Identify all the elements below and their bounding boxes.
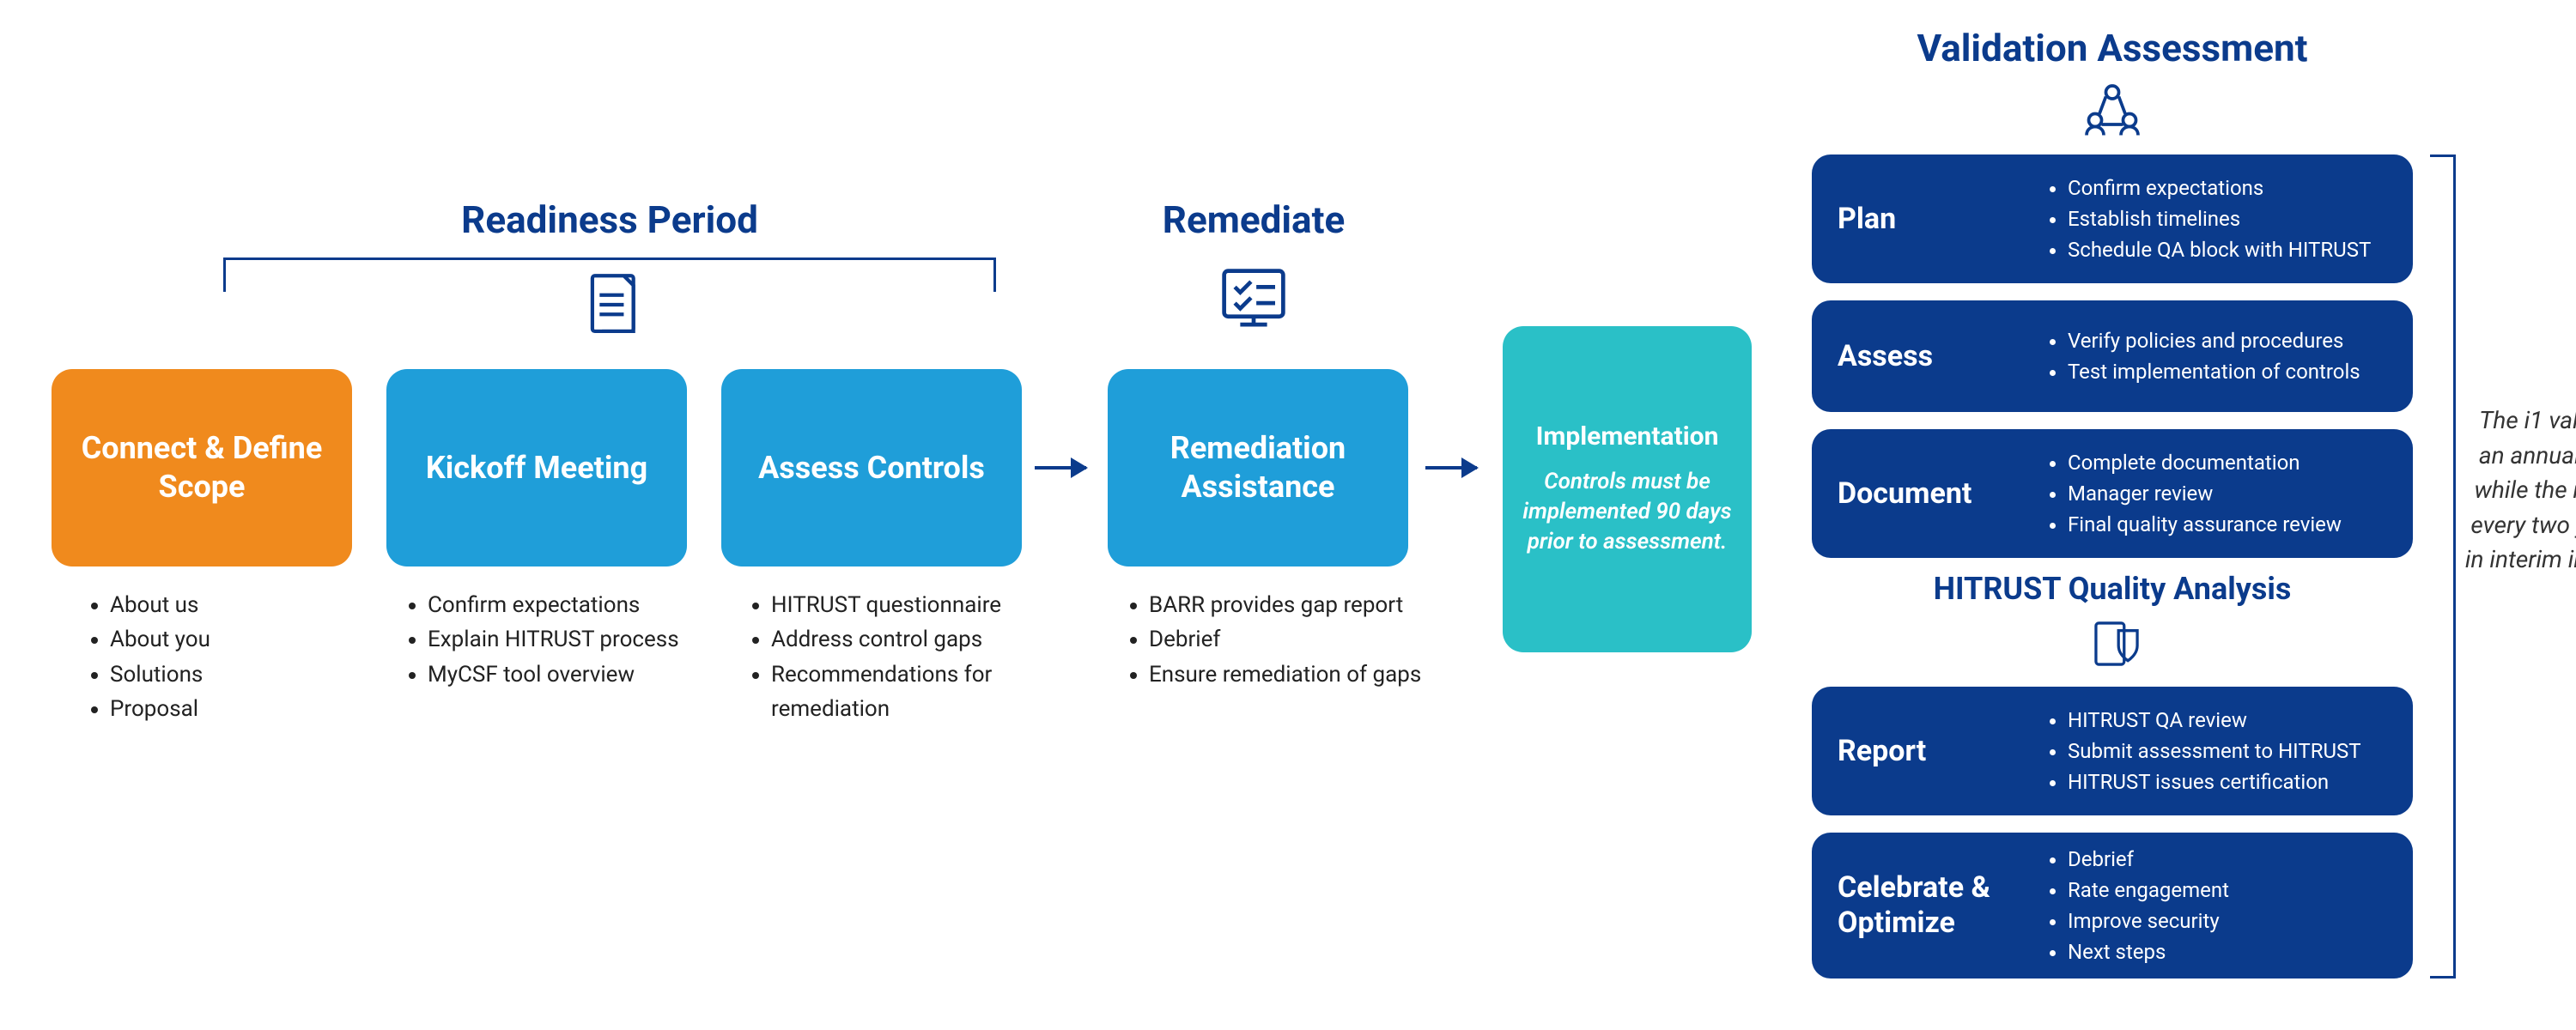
annual-bracket <box>2430 154 2456 978</box>
arrow-icon <box>1035 466 1086 470</box>
report-label: Report <box>1838 734 2044 769</box>
kickoff-bullets: Confirm expectationsExplain HITRUST proc… <box>404 588 696 692</box>
document-icon <box>571 266 662 343</box>
arrow-icon <box>1425 466 1477 470</box>
list-item: Next steps <box>2068 936 2229 967</box>
people-icon <box>2078 77 2147 146</box>
assess-controls-card: Assess Controls <box>721 369 1022 566</box>
implementation-title: Implementation <box>1536 421 1719 451</box>
plan-bullets: Confirm expectationsEstablish timelinesS… <box>2044 173 2371 265</box>
list-item: Confirm expectations <box>428 588 696 622</box>
list-item: Confirm expectations <box>2068 173 2371 203</box>
remediation-title: Remediation Assistance <box>1123 429 1393 506</box>
assess-controls-bullets: HITRUST questionnaireAddress control gap… <box>747 588 1030 726</box>
list-item: Address control gaps <box>771 622 1030 657</box>
celebrate-box: Celebrate & Optimize DebriefRate engagem… <box>1812 833 2413 978</box>
celebrate-bullets: DebriefRate engagementImprove securityNe… <box>2044 844 2229 967</box>
hitrust-quality-title: HITRUST Quality Analysis <box>1898 571 2327 607</box>
list-item: Establish timelines <box>2068 203 2371 234</box>
implementation-card: Implementation Controls must be implemen… <box>1503 326 1752 652</box>
shield-doc-icon <box>2087 614 2147 674</box>
list-item: About us <box>110 588 343 622</box>
connect-bullets: About usAbout youSolutionsProposal <box>86 588 343 726</box>
list-item: Rate engagement <box>2068 875 2229 906</box>
connect-card: Connect & Define Scope <box>52 369 352 566</box>
list-item: Debrief <box>2068 844 2229 875</box>
document-label: Document <box>1838 476 2044 512</box>
kickoff-title: Kickoff Meeting <box>426 449 647 488</box>
list-item: Final quality assurance review <box>2068 509 2342 540</box>
kickoff-card: Kickoff Meeting <box>386 369 687 566</box>
list-item: Improve security <box>2068 906 2229 936</box>
assess-box: Assess Verify policies and proceduresTes… <box>1812 300 2413 412</box>
list-item: Verify policies and procedures <box>2068 325 2360 356</box>
list-item: MyCSF tool overview <box>428 657 696 692</box>
list-item: HITRUST questionnaire <box>771 588 1030 622</box>
report-box: Report HITRUST QA reviewSubmit assessmen… <box>1812 687 2413 815</box>
assess-bullets: Verify policies and proceduresTest imple… <box>2044 325 2360 387</box>
celebrate-label: Celebrate & Optimize <box>1838 870 2044 941</box>
list-item: Complete documentation <box>2068 447 2342 478</box>
list-item: About you <box>110 622 343 657</box>
validation-title: Validation Assessment <box>1872 26 2353 70</box>
document-box: Document Complete documentationManager r… <box>1812 429 2413 558</box>
list-item: Ensure remediation of gaps <box>1149 657 1434 692</box>
report-bullets: HITRUST QA reviewSubmit assessment to HI… <box>2044 705 2361 797</box>
list-item: BARR provides gap report <box>1149 588 1434 622</box>
annual-note: The i1 validation is an annual process, … <box>2464 403 2576 578</box>
assess-label: Assess <box>1838 339 2044 374</box>
remediation-card: Remediation Assistance <box>1108 369 1408 566</box>
list-item: Debrief <box>1149 622 1434 657</box>
checklist-icon <box>1211 258 1297 343</box>
readiness-title: Readiness Period <box>395 197 824 242</box>
assess-controls-title: Assess Controls <box>758 449 985 488</box>
list-item: Manager review <box>2068 478 2342 509</box>
list-item: Explain HITRUST process <box>428 622 696 657</box>
list-item: Proposal <box>110 692 343 726</box>
list-item: Schedule QA block with HITRUST <box>2068 234 2371 265</box>
list-item: Test implementation of controls <box>2068 356 2360 387</box>
list-item: Solutions <box>110 657 343 692</box>
plan-label: Plan <box>1838 202 2044 237</box>
plan-box: Plan Confirm expectationsEstablish timel… <box>1812 154 2413 283</box>
document-bullets: Complete documentationManager reviewFina… <box>2044 447 2342 540</box>
connect-title: Connect & Define Scope <box>67 429 337 506</box>
list-item: HITRUST issues certification <box>2068 766 2361 797</box>
implementation-body: Controls must be implemented 90 days pri… <box>1518 467 1736 557</box>
remediation-bullets: BARR provides gap reportDebriefEnsure re… <box>1125 588 1434 692</box>
list-item: HITRUST QA review <box>2068 705 2361 736</box>
remediate-title: Remediate <box>1099 197 1408 242</box>
list-item: Submit assessment to HITRUST <box>2068 736 2361 766</box>
list-item: Recommendations for remediation <box>771 657 1030 727</box>
